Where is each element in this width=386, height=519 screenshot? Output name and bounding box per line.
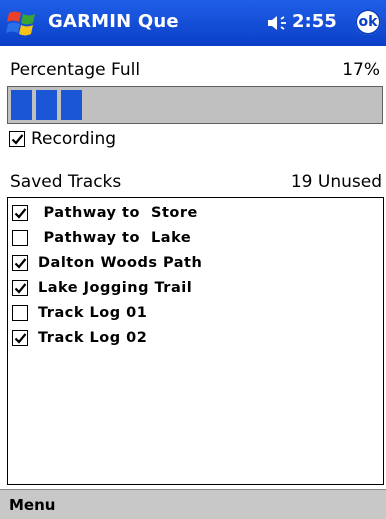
list-item[interactable]: Track Log 02 [12, 326, 147, 350]
checkmark-icon [14, 207, 26, 219]
track-checkbox[interactable] [12, 205, 28, 221]
track-name: Pathway to Lake [38, 230, 192, 246]
track-name: Lake Jogging Trail [38, 280, 193, 296]
list-item[interactable]: Dalton Woods Path [12, 251, 202, 275]
checkmark-icon [11, 133, 23, 145]
percentage-full-value: 17% [342, 60, 380, 80]
saved-tracks-count: 19 Unused [290, 172, 382, 192]
track-checkbox[interactable] [12, 330, 28, 346]
track-checkbox[interactable] [12, 230, 28, 246]
recording-label: Recording [31, 129, 117, 149]
list-item[interactable]: Lake Jogging Trail [12, 276, 192, 300]
checkmark-icon [14, 282, 26, 294]
menu-button[interactable]: Menu [9, 496, 55, 514]
progress-segment [11, 90, 32, 120]
windows-flag-icon[interactable] [6, 7, 40, 39]
recording-checkbox-row[interactable]: Recording [9, 128, 116, 150]
track-list[interactable]: Pathway to Store Pathway to Lake Dalton … [7, 197, 384, 485]
menu-bar: Menu [0, 489, 386, 519]
list-item[interactable]: Pathway to Store [12, 201, 198, 225]
list-item[interactable]: Pathway to Lake [12, 226, 191, 250]
checkmark-icon [14, 332, 26, 344]
list-item[interactable]: Track Log 01 [12, 301, 147, 325]
progress-segment [36, 90, 57, 120]
app-title: GARMIN Que [48, 11, 179, 32]
ok-button[interactable]: ok [355, 9, 381, 35]
percentage-full-label: Percentage Full [10, 60, 141, 80]
track-name: Track Log 01 [38, 305, 148, 321]
clock[interactable]: 2:55 [292, 11, 337, 32]
track-checkbox[interactable] [12, 280, 28, 296]
progress-segment [61, 90, 82, 120]
track-name: Track Log 02 [38, 330, 148, 346]
recording-checkbox[interactable] [9, 131, 25, 147]
track-checkbox[interactable] [12, 305, 28, 321]
saved-tracks-label: Saved Tracks [10, 172, 122, 192]
memory-progress-bar [7, 86, 383, 124]
track-name: Dalton Woods Path [38, 255, 203, 271]
title-bar: GARMIN Que 2:55 ok [0, 0, 386, 46]
track-checkbox[interactable] [12, 255, 28, 271]
progress-fill [11, 90, 82, 120]
checkmark-icon [14, 257, 26, 269]
speaker-icon[interactable] [267, 14, 289, 32]
track-name: Pathway to Store [38, 205, 198, 221]
